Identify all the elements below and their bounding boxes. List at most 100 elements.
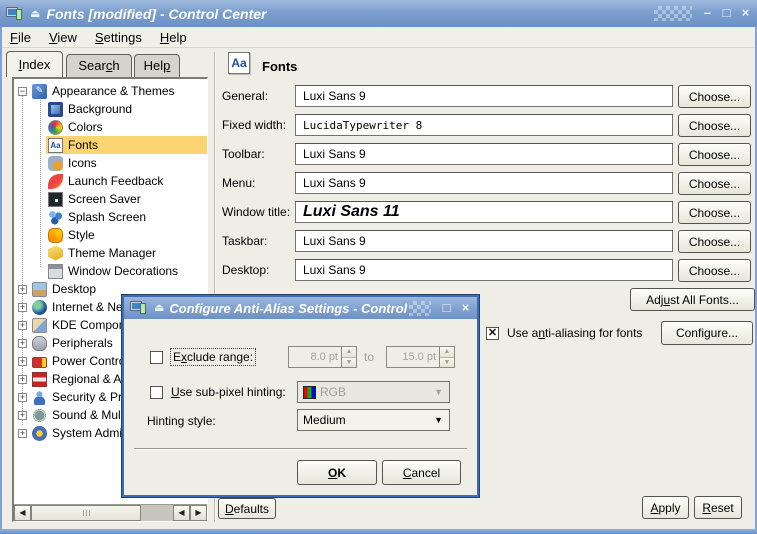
tree-expander[interactable]: +	[18, 375, 27, 384]
font-row-general: General: Luxi Sans 9 Choose...	[218, 85, 757, 107]
menu-help[interactable]: Help	[151, 28, 196, 47]
tree-item-style[interactable]: Style	[16, 226, 207, 244]
tree-expander[interactable]: +	[18, 429, 27, 438]
scrollbar-track[interactable]	[141, 505, 173, 521]
antialias-checkbox-label[interactable]: Use anti-aliasing for fonts	[507, 326, 642, 340]
font-row-label: Toolbar:	[222, 147, 265, 161]
hinting-style-value: Medium	[303, 413, 346, 427]
apply-button[interactable]: Apply	[642, 496, 689, 519]
tree-item-window-decorations[interactable]: Window Decorations	[16, 262, 207, 280]
dialog-titlebar[interactable]: ⏏ Configure Anti-Alias Settings - Contro…	[124, 297, 477, 319]
window-titlebar[interactable]: ⏏ Fonts [modified] - Control Center – □ …	[0, 0, 757, 27]
reset-button[interactable]: Reset	[694, 496, 742, 519]
spinner-arrows[interactable]: ▲▼	[341, 347, 356, 367]
subpixel-dropdown[interactable]: RGB ▼	[297, 381, 450, 403]
hinting-style-dropdown[interactable]: Medium ▼	[297, 409, 450, 431]
exclude-from-spinner[interactable]: 8.0 pt ▲▼	[288, 346, 357, 368]
cancel-button[interactable]: Cancel	[382, 460, 461, 485]
adjust-all-fonts-button[interactable]: Adjust All Fonts...	[630, 288, 755, 311]
subpixel-checkbox[interactable]	[150, 386, 163, 399]
font-row-label: Taskbar:	[222, 234, 267, 248]
choose-button[interactable]: Choose...	[678, 201, 751, 224]
tree-item-appearance[interactable]: −Appearance & Themes	[16, 82, 207, 100]
exclude-range-row: Exclude range:	[150, 349, 255, 365]
font-row-label: Fixed width:	[222, 118, 286, 132]
icons-icon	[48, 156, 63, 171]
tree-item-launch-feedback[interactable]: Launch Feedback	[16, 172, 207, 190]
spin-up-icon[interactable]: ▲	[342, 347, 356, 358]
tree-item-splash-screen[interactable]: Splash Screen	[16, 208, 207, 226]
tree-expander[interactable]: +	[18, 339, 27, 348]
choose-button[interactable]: Choose...	[678, 85, 751, 108]
antialias-checkbox[interactable]	[486, 327, 499, 340]
exclude-to-spinner[interactable]: 15.0 pt ▲▼	[386, 346, 455, 368]
tree-expander[interactable]: +	[18, 411, 27, 420]
menu-view[interactable]: View	[40, 28, 86, 47]
chevron-down-icon: ▼	[434, 415, 443, 425]
tree-horizontal-scrollbar[interactable]: ◀ ◀ ▶	[14, 504, 207, 521]
tree-item-colors[interactable]: Colors	[16, 118, 207, 136]
splash-screen-icon	[48, 210, 63, 225]
defaults-button[interactable]: Defaults	[218, 498, 276, 519]
shade-button-icon[interactable]: ⏏	[30, 9, 40, 19]
spin-up-icon[interactable]: ▲	[440, 347, 454, 358]
dialog-maximize-button[interactable]: □	[439, 301, 454, 316]
maximize-button[interactable]: □	[719, 6, 734, 21]
tree-item-background[interactable]: Background	[16, 100, 207, 118]
choose-button[interactable]: Choose...	[678, 259, 751, 282]
tree-item-label: Splash Screen	[68, 210, 146, 224]
appearance-icon	[32, 84, 47, 99]
tab-index[interactable]: Index	[6, 51, 63, 77]
tree-item-fonts[interactable]: Fonts	[16, 136, 207, 154]
ok-button[interactable]: OK	[297, 460, 377, 485]
scroll-left-icon[interactable]: ◀	[14, 505, 31, 521]
regional-icon	[32, 372, 47, 387]
scrollbar-thumb[interactable]	[31, 505, 141, 521]
tab-help[interactable]: Help	[134, 54, 180, 77]
font-row-toolbar: Toolbar: Luxi Sans 9 Choose...	[218, 143, 757, 165]
exclude-range-label[interactable]: Exclude range:	[171, 349, 255, 365]
window-title: Fonts [modified] - Control Center	[46, 6, 266, 22]
spin-down-icon[interactable]: ▼	[342, 358, 356, 368]
exclude-range-checkbox[interactable]	[150, 351, 163, 364]
choose-button[interactable]: Choose...	[678, 143, 751, 166]
font-row-taskbar: Taskbar: Luxi Sans 9 Choose...	[218, 230, 757, 252]
tree-expander[interactable]: +	[18, 285, 27, 294]
tab-search[interactable]: Search	[66, 54, 132, 77]
font-value-field: Luxi Sans 9	[295, 143, 673, 165]
minimize-button[interactable]: –	[700, 6, 715, 21]
font-value-field: Luxi Sans 11	[295, 201, 673, 223]
tree-item-label: Peripherals	[52, 336, 113, 350]
tree-expander[interactable]: +	[18, 303, 27, 312]
menu-file[interactable]: File	[1, 28, 40, 47]
tree-expander[interactable]: +	[18, 357, 27, 366]
close-button[interactable]: ×	[738, 6, 753, 21]
configure-button[interactable]: Configure...	[661, 321, 753, 345]
tree-item-label: Icons	[68, 156, 97, 170]
font-value-field: LucidaTypewriter 8	[295, 114, 673, 136]
titlebar-pattern-decoration	[654, 6, 692, 21]
tree-item-theme-manager[interactable]: Theme Manager	[16, 244, 207, 262]
dialog-shade-button-icon[interactable]: ⏏	[154, 303, 164, 313]
subpixel-label[interactable]: Use sub-pixel hinting:	[171, 385, 286, 399]
menu-settings[interactable]: Settings	[86, 28, 151, 47]
antialias-row: Use anti-aliasing for fonts	[486, 326, 642, 340]
tree-expander[interactable]: −	[18, 87, 27, 96]
dialog-separator	[134, 448, 467, 450]
spinner-arrows[interactable]: ▲▼	[439, 347, 454, 367]
tree-item-icons[interactable]: Icons	[16, 154, 207, 172]
choose-button[interactable]: Choose...	[678, 114, 751, 137]
anti-alias-settings-dialog: ⏏ Configure Anti-Alias Settings - Contro…	[122, 295, 479, 497]
dialog-close-button[interactable]: ×	[458, 301, 473, 316]
tree-item-screen-saver[interactable]: Screen Saver	[16, 190, 207, 208]
peripherals-icon	[32, 336, 47, 351]
tree-expander[interactable]: +	[18, 321, 27, 330]
tree-item-label: Style	[68, 228, 95, 242]
tree-expander[interactable]: +	[18, 393, 27, 402]
choose-button[interactable]: Choose...	[678, 230, 751, 253]
choose-button[interactable]: Choose...	[678, 172, 751, 195]
spin-down-icon[interactable]: ▼	[440, 358, 454, 368]
scroll-right-icon[interactable]: ▶	[190, 505, 207, 521]
scroll-left-icon[interactable]: ◀	[173, 505, 190, 521]
tree-item-label: Theme Manager	[68, 246, 156, 260]
